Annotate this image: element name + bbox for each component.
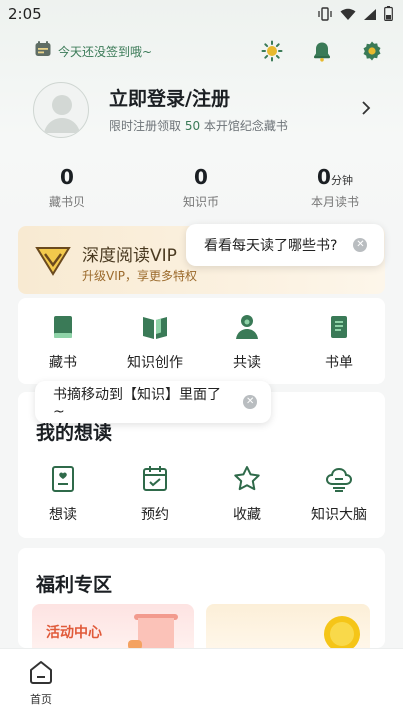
stat-monthly-reading[interactable]: 0分钟 本月读书 <box>280 165 390 210</box>
stat-value: 0 <box>194 165 208 189</box>
status-time: 2:05 <box>8 5 42 23</box>
login-sub-suffix: 本开馆纪念藏书 <box>200 119 288 133</box>
reading-hint-tooltip[interactable]: 看看每天读了哪些书? ✕ <box>186 224 384 266</box>
sun-icon[interactable] <box>261 40 283 62</box>
bell-icon[interactable] <box>311 40 333 62</box>
vip-diamond-icon <box>34 243 72 281</box>
stat-value: 0 <box>317 165 331 189</box>
vip-title: 深度阅读VIP <box>82 246 177 266</box>
stat-label: 知识币 <box>182 195 219 209</box>
grid-item-label: 藏书 <box>49 355 77 371</box>
close-icon[interactable]: ✕ <box>353 238 368 252</box>
quick-access-card: 藏书 知识创作 共读 书单 <box>18 298 385 384</box>
stat-label: 藏书贝 <box>48 195 85 209</box>
excerpt-hint-tooltip[interactable]: 书摘移动到【知识】里面了~ ✕ <box>35 381 271 423</box>
battery-icon <box>384 6 393 25</box>
header-actions <box>261 40 383 62</box>
excerpt-hint-text: 书摘移动到【知识】里面了~ <box>53 387 221 420</box>
stat-value: 0 <box>60 165 74 189</box>
activity-center-banner[interactable]: 活动中心 <box>32 604 194 650</box>
nav-home-tab[interactable]: 首页 <box>22 659 60 707</box>
login-subtitle: 限时注册领取 50 本开馆纪念藏书 <box>109 117 288 134</box>
wishlist-item-reserve[interactable]: 预约 <box>110 464 200 524</box>
open-book-icon <box>143 317 167 339</box>
login-sub-prefix: 限时注册领取 <box>109 119 185 133</box>
login-sub-highlight: 50 <box>184 119 201 133</box>
wishlist-item-label: 想读 <box>49 507 77 523</box>
wifi-icon <box>340 6 356 25</box>
grid-item-coreading[interactable]: 共读 <box>202 312 292 372</box>
close-icon[interactable]: ✕ <box>243 395 257 409</box>
checkin-link[interactable]: 今天还没签到哦~ <box>34 40 152 62</box>
calendar-icon <box>34 40 52 62</box>
settings-icon[interactable] <box>361 40 383 62</box>
nav-home-label: 首页 <box>30 693 52 706</box>
signal-icon <box>363 6 377 25</box>
login-profile-card[interactable]: 立即登录/注册 限时注册领取 50 本开馆纪念藏书 <box>33 82 383 140</box>
bottom-navigation: 首页 <box>0 648 403 716</box>
grid-item-label: 书单 <box>325 355 353 371</box>
welfare-card: 福利专区 活动中心 <box>18 548 385 650</box>
wishlist-item-knowledge-brain[interactable]: 知识大脑 <box>294 464 384 524</box>
wishlist-item-label: 预约 <box>141 507 169 523</box>
status-bar: 2:05 <box>0 0 403 28</box>
brain-cloud-icon <box>325 467 353 492</box>
book-icon <box>54 316 72 338</box>
welfare-promo-banner[interactable] <box>206 604 370 650</box>
checkin-label: 今天还没签到哦~ <box>58 44 153 59</box>
wishlist-item-favorites[interactable]: 收藏 <box>202 464 292 524</box>
stats-row: 0 藏书贝 0 知识币 0分钟 本月读书 <box>0 165 403 215</box>
stat-collection-shells[interactable]: 0 藏书贝 <box>12 165 122 210</box>
wishlist-item-label: 收藏 <box>233 507 261 523</box>
login-title[interactable]: 立即登录/注册 <box>109 84 230 111</box>
activity-center-label: 活动中心 <box>46 625 102 641</box>
status-icons <box>317 6 393 25</box>
chevron-right-icon[interactable] <box>361 100 371 120</box>
people-icon <box>236 315 258 339</box>
wishlist-item-want-to-read[interactable]: 想读 <box>18 464 108 524</box>
stat-knowledge-coins[interactable]: 0 知识币 <box>146 165 256 210</box>
grid-item-label: 共读 <box>233 355 261 371</box>
list-icon <box>331 316 347 338</box>
gift-scroll-icon <box>128 614 178 650</box>
stat-label: 本月读书 <box>310 195 359 209</box>
grid-item-knowledge-creation[interactable]: 知识创作 <box>110 312 200 372</box>
gold-coin-icon <box>324 616 360 650</box>
grid-item-collection[interactable]: 藏书 <box>18 312 108 372</box>
wish-book-icon <box>52 466 74 492</box>
star-icon <box>234 466 260 491</box>
stat-unit: 分钟 <box>330 174 353 187</box>
wishlist-item-label: 知识大脑 <box>311 507 367 523</box>
vip-subtitle: 升级VIP，享更多特权 <box>82 269 197 283</box>
calendar-check-icon <box>143 466 167 491</box>
home-icon <box>30 661 52 684</box>
welfare-title: 福利专区 <box>36 574 113 596</box>
grid-item-label: 知识创作 <box>127 355 183 371</box>
vibrate-icon <box>317 6 333 25</box>
avatar[interactable] <box>33 82 89 138</box>
reading-hint-text: 看看每天读了哪些书? <box>204 238 338 254</box>
grid-item-booklist[interactable]: 书单 <box>294 312 384 372</box>
